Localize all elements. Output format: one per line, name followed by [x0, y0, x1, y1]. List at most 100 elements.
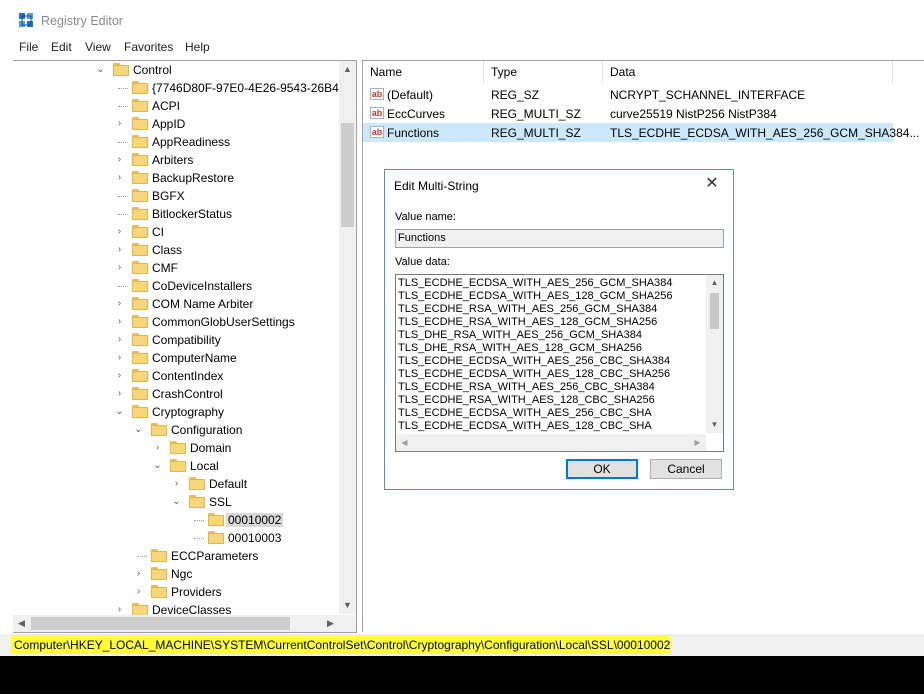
tree-item[interactable]: › Providers — [13, 583, 339, 601]
scroll-thumb[interactable] — [710, 293, 719, 329]
menu-favorites[interactable]: Favorites — [124, 40, 173, 54]
tree-item[interactable]: ECCParameters — [13, 547, 339, 565]
tree-item[interactable]: › Domain — [13, 439, 339, 457]
tree-item[interactable]: ⌄ Cryptography — [13, 403, 339, 421]
value-data-horizontal-scrollbar[interactable]: ◀ ▶ — [396, 434, 706, 451]
tree-item[interactable]: › BackupRestore — [13, 169, 339, 187]
tree-connector — [118, 214, 128, 215]
tree-item[interactable]: ⌄ Local — [13, 457, 339, 475]
menu-edit[interactable]: Edit — [51, 40, 72, 54]
chevron-right-icon[interactable]: › — [115, 298, 124, 310]
scroll-up-icon[interactable]: ▲ — [339, 61, 356, 78]
chevron-right-icon[interactable]: › — [153, 442, 162, 454]
folder-icon — [132, 369, 148, 382]
cancel-button[interactable]: Cancel — [650, 459, 722, 479]
tree-item[interactable]: › CrashControl — [13, 385, 339, 403]
scroll-left-icon[interactable]: ◀ — [396, 434, 413, 451]
folder-icon — [189, 477, 205, 490]
tree-item[interactable]: AppReadiness — [13, 133, 339, 151]
folder-icon — [132, 297, 148, 310]
tree-horizontal-scrollbar[interactable]: ◀ ▶ — [13, 615, 356, 632]
close-icon[interactable]: ✕ — [703, 174, 721, 194]
chevron-right-icon[interactable]: › — [134, 568, 143, 580]
chevron-right-icon[interactable]: › — [115, 244, 124, 256]
scroll-thumb[interactable] — [341, 123, 354, 227]
chevron-down-icon[interactable]: ⌄ — [172, 496, 181, 508]
window-title: Registry Editor — [41, 14, 123, 28]
folder-icon — [132, 207, 148, 220]
scroll-right-icon[interactable]: ▶ — [689, 434, 706, 451]
menu-view[interactable]: View — [85, 40, 111, 54]
column-header-data[interactable]: Data — [603, 61, 893, 83]
scroll-right-icon[interactable]: ▶ — [322, 615, 339, 632]
tree-item[interactable]: BGFX — [13, 187, 339, 205]
tree-item[interactable]: BitlockerStatus — [13, 205, 339, 223]
chevron-down-icon[interactable]: ⌄ — [153, 460, 162, 472]
tree-item[interactable]: › CommonGlobUserSettings — [13, 313, 339, 331]
value-row-selected[interactable]: ab Functions REG_MULTI_SZ TLS_ECDHE_ECDS… — [363, 123, 919, 142]
key-tree-pane[interactable]: ⌄ Control {7746D80F-97E0-4E26-9543-26B41FC… — [13, 60, 357, 633]
tree-item-label: BackupRestore — [152, 171, 235, 185]
tree-item[interactable]: CoDeviceInstallers — [13, 277, 339, 295]
tree-item[interactable]: › Arbiters — [13, 151, 339, 169]
chevron-down-icon[interactable]: ⌄ — [96, 64, 105, 76]
tree-item[interactable]: › AppID — [13, 115, 339, 133]
value-data: TLS_ECDHE_ECDSA_WITH_AES_256_GCM_SHA384.… — [610, 126, 920, 140]
tree-item-label: CrashControl — [152, 387, 223, 401]
chevron-right-icon[interactable]: › — [115, 154, 124, 166]
column-header-type[interactable]: Type — [484, 61, 603, 83]
tree-item[interactable]: › Ngc — [13, 565, 339, 583]
tree-connector — [194, 538, 204, 539]
menu-file[interactable]: File — [19, 40, 38, 54]
value-row[interactable]: ab (Default) REG_SZ NCRYPT_SCHANNEL_INTE… — [363, 85, 893, 104]
chevron-right-icon[interactable]: › — [115, 352, 124, 364]
scroll-up-icon[interactable]: ▲ — [706, 275, 723, 291]
title-bar[interactable]: Registry Editor — [0, 0, 924, 38]
tree-connector — [118, 106, 128, 107]
ok-button[interactable]: OK — [566, 459, 638, 479]
chevron-right-icon[interactable]: › — [115, 334, 124, 346]
tree-item[interactable]: 00010002 — [13, 511, 339, 529]
chevron-right-icon[interactable]: › — [115, 316, 124, 328]
value-row[interactable]: ab EccCurves REG_MULTI_SZ curve25519 Nis… — [363, 104, 893, 123]
chevron-right-icon[interactable]: › — [172, 478, 181, 490]
tree-item[interactable]: › CMF — [13, 259, 339, 277]
tree-item[interactable]: ACPI — [13, 97, 339, 115]
tree-item-label: Ngc — [171, 567, 193, 581]
tree-item[interactable]: 00010003 — [13, 529, 339, 547]
column-header-name[interactable]: Name — [363, 61, 484, 83]
tree-item[interactable]: › COM Name Arbiter — [13, 295, 339, 313]
tree-item[interactable]: ⌄ SSL — [13, 493, 339, 511]
chevron-right-icon[interactable]: › — [115, 118, 124, 130]
chevron-right-icon[interactable]: › — [115, 172, 124, 184]
tree-item-label: Default — [209, 477, 248, 491]
folder-icon — [151, 549, 167, 562]
tree-item[interactable]: › ComputerName — [13, 349, 339, 367]
chevron-down-icon[interactable]: ⌄ — [115, 406, 124, 418]
tree-item[interactable]: › CI — [13, 223, 339, 241]
chevron-right-icon[interactable]: › — [115, 226, 124, 238]
value-data-vertical-scrollbar[interactable]: ▲ ▼ — [706, 275, 723, 433]
chevron-right-icon[interactable]: › — [134, 586, 143, 598]
menu-help[interactable]: Help — [185, 40, 210, 54]
tree-item[interactable]: {7746D80F-97E0-4E26-9543-26B41FC — [13, 79, 356, 97]
scroll-thumb[interactable] — [31, 617, 290, 630]
scroll-left-icon[interactable]: ◀ — [13, 615, 30, 632]
edit-multi-string-dialog: Edit Multi-String ✕ Value name: Function… — [384, 169, 734, 490]
tree-item[interactable]: ⌄ Configuration — [13, 421, 339, 439]
chevron-right-icon[interactable]: › — [115, 262, 124, 274]
tree-item[interactable]: › Default — [13, 475, 339, 493]
tree-vertical-scrollbar[interactable]: ▲ ▼ — [339, 61, 356, 614]
chevron-right-icon[interactable]: › — [115, 370, 124, 382]
tree-item[interactable]: › ContentIndex — [13, 367, 339, 385]
tree-item[interactable]: ⌄ Control — [13, 61, 339, 79]
scroll-down-icon[interactable]: ▼ — [339, 597, 356, 614]
value-name-field: Functions — [395, 229, 724, 248]
value-data-line: TLS_ECDHE_ECDSA_WITH_AES_256_CBC_SHA — [398, 407, 652, 419]
chevron-right-icon[interactable]: › — [115, 388, 124, 400]
value-data-textarea[interactable]: TLS_ECDHE_ECDSA_WITH_AES_256_GCM_SHA384 T… — [395, 274, 724, 452]
scroll-down-icon[interactable]: ▼ — [706, 417, 723, 433]
tree-item[interactable]: › Compatibility — [13, 331, 339, 349]
tree-item[interactable]: › Class — [13, 241, 339, 259]
chevron-down-icon[interactable]: ⌄ — [134, 424, 143, 436]
